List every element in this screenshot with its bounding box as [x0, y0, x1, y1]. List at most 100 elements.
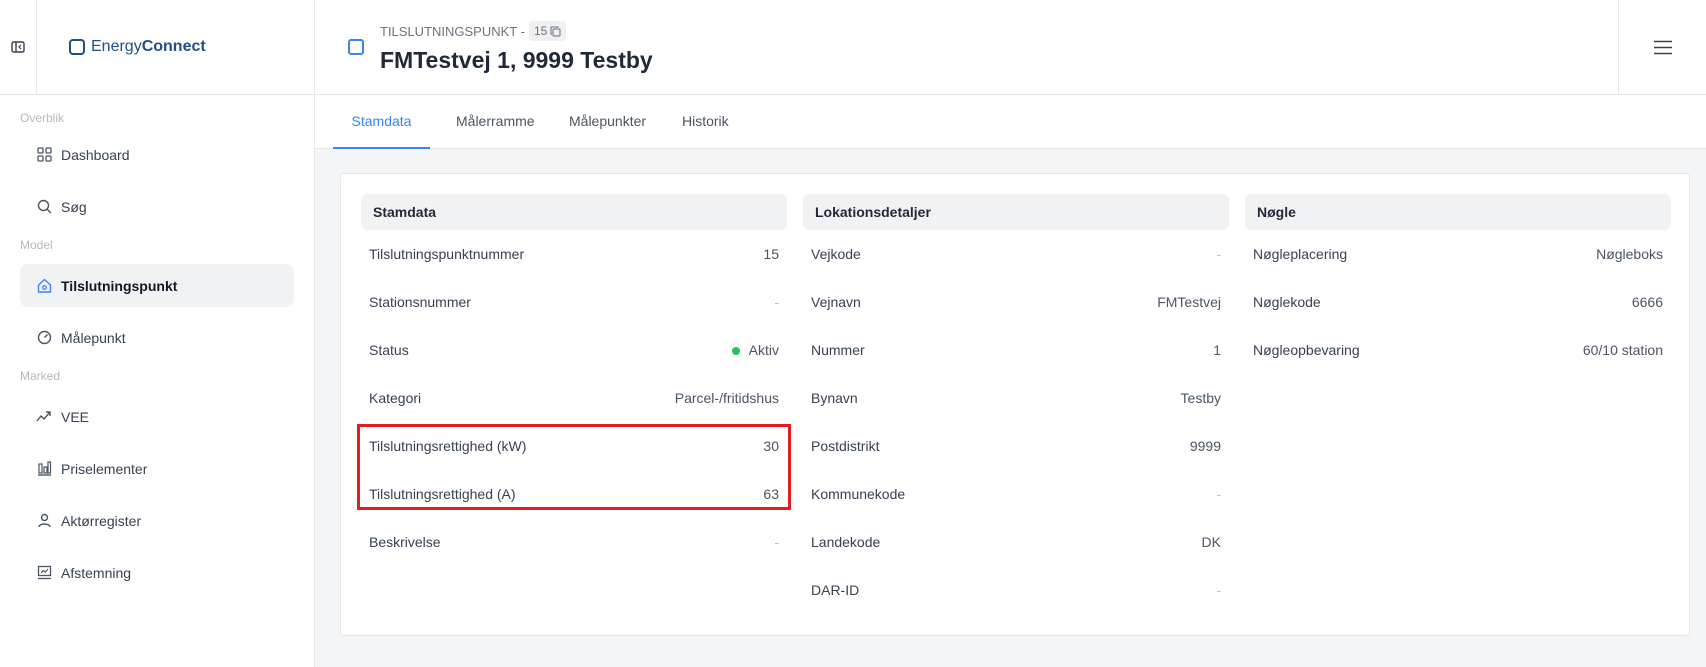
- home-icon: [36, 278, 52, 294]
- field-label: Kategori: [369, 390, 422, 406]
- breadcrumb-label: TILSLUTNINGSPUNKT -: [380, 23, 525, 39]
- field-label: Nøgleopbevaring: [1253, 342, 1360, 358]
- detail-row: Tilslutningspunktnummer 15: [361, 230, 787, 278]
- detail-row: Status Aktiv: [361, 326, 787, 374]
- field-value: 9999: [1189, 438, 1221, 454]
- section-title: Nøgle: [1245, 194, 1671, 230]
- detail-row: Vejkode -: [803, 230, 1229, 278]
- field-value: 63: [763, 486, 779, 502]
- field-label: Bynavn: [811, 390, 858, 406]
- sidebar-header: Energy Connect: [0, 0, 314, 95]
- sidebar-collapse-icon: [11, 41, 25, 53]
- detail-row: Bynavn Testby: [803, 374, 1229, 422]
- detail-row: Nøgleplacering Nøgleboks: [1245, 230, 1671, 278]
- field-label: Vejnavn: [811, 294, 861, 310]
- sidebar-section-overview: Overblik: [20, 111, 65, 125]
- field-label: DAR-ID: [811, 582, 860, 598]
- detail-row: Beskrivelse -: [361, 518, 787, 566]
- section-title: Stamdata: [361, 194, 787, 230]
- sidebar-item-afstemning[interactable]: Afstemning: [20, 551, 294, 594]
- field-value: 30: [763, 438, 779, 454]
- field-label: Nummer: [811, 342, 865, 358]
- field-value: -: [1216, 582, 1221, 598]
- sidebar-item-vee[interactable]: VEE: [20, 395, 294, 438]
- hamburger-icon: [1653, 40, 1672, 55]
- status-dot-icon: [731, 347, 740, 356]
- field-label: Tilslutningsrettighed (A): [369, 486, 516, 502]
- tab-bar: Stamdata Målerramme Målepunkter Historik: [315, 95, 1706, 149]
- user-icon: [36, 513, 52, 529]
- field-value: FMTestvej: [1157, 294, 1221, 310]
- bars-icon: [36, 461, 52, 477]
- sidebar-item-label: Tilslutningspunkt: [61, 277, 178, 294]
- field-label: Landekode: [811, 534, 881, 550]
- logo-icon: [69, 39, 85, 55]
- field-value: -: [774, 534, 779, 550]
- sidebar-item-dashboard[interactable]: Dashboard: [20, 133, 294, 176]
- page-header: TILSLUTNINGSPUNKT - 15 FMTestvej 1, 9999…: [315, 0, 1706, 95]
- stamdata-section: Stamdata Tilslutningspunktnummer 15 Stati…: [361, 194, 787, 566]
- detail-row: Kategori Parcel-/fritidshus: [361, 374, 787, 422]
- details-card: Stamdata Tilslutningspunktnummer 15 Stati…: [340, 173, 1690, 636]
- gauge-icon: [36, 330, 52, 346]
- tab-stamdata[interactable]: Stamdata: [333, 95, 430, 149]
- field-value: DK: [1201, 534, 1221, 550]
- sidebar-item-label: Priselementer: [61, 460, 148, 477]
- menu-button[interactable]: [1618, 0, 1706, 95]
- monitor-icon: [36, 565, 52, 581]
- field-label: Nøgleplacering: [1253, 246, 1348, 262]
- field-value: 6666: [1631, 294, 1663, 310]
- field-label: Stationsnummer: [369, 294, 471, 310]
- sidebar-item-priselementer[interactable]: Priselementer: [20, 447, 294, 490]
- field-value: 60/10 station: [1582, 342, 1663, 358]
- field-label: Tilslutningsrettighed (kW): [369, 438, 527, 454]
- app-logo[interactable]: Energy Connect: [69, 38, 206, 56]
- sidebar: Energy Connect Overblik Dashboard Søg Mod…: [0, 0, 315, 667]
- grid-icon: [36, 147, 52, 163]
- tab-maalerramme[interactable]: Målerramme: [456, 95, 535, 149]
- sidebar-section-market: Marked: [20, 369, 61, 383]
- field-value: Parcel-/fritidshus: [674, 390, 779, 406]
- sidebar-item-aktoerregister[interactable]: Aktørregister: [20, 499, 294, 542]
- sidebar-item-label: Søg: [61, 198, 87, 215]
- field-label: Beskrivelse: [369, 534, 441, 550]
- sidebar-item-tilslutningspunkt[interactable]: Tilslutningspunkt: [20, 264, 294, 307]
- trend-icon: [36, 409, 52, 425]
- sidebar-item-label: Afstemning: [61, 564, 132, 581]
- field-value: Testby: [1180, 390, 1221, 406]
- field-value: -: [1216, 486, 1221, 502]
- field-value: Nøgleboks: [1596, 246, 1663, 262]
- field-label: Postdistrikt: [811, 438, 880, 454]
- noegle-section: Nøgle Nøgleplacering Nøgleboks Nøglekode 6…: [1245, 194, 1671, 374]
- detail-row: Tilslutningsrettighed (kW) 30: [361, 422, 787, 470]
- field-label: Status: [369, 342, 409, 358]
- detail-row: Nummer 1: [803, 326, 1229, 374]
- field-value: -: [1216, 246, 1221, 262]
- sidebar-item-label: Målepunkt: [61, 329, 126, 346]
- breadcrumb: TILSLUTNINGSPUNKT - 15: [380, 21, 567, 41]
- detail-row: DAR-ID -: [803, 566, 1229, 614]
- select-checkbox[interactable]: [348, 39, 364, 55]
- sidebar-item-label: Aktørregister: [61, 512, 142, 529]
- detail-row: Tilslutningsrettighed (A) 63: [361, 470, 787, 518]
- tab-maalepunkter[interactable]: Målepunkter: [569, 95, 646, 149]
- page-title: FMTestvej 1, 9999 Testby: [380, 47, 653, 73]
- sidebar-section-model: Model: [20, 238, 53, 252]
- sidebar-toggle-button[interactable]: [0, 0, 37, 95]
- field-label: Kommunekode: [811, 486, 906, 502]
- detail-row: Stationsnummer -: [361, 278, 787, 326]
- field-value: 1: [1213, 342, 1221, 358]
- field-label: Vejkode: [811, 246, 861, 262]
- sidebar-item-search[interactable]: Søg: [20, 185, 294, 228]
- logo-text-light: Energy: [91, 38, 142, 55]
- detail-row: Nøgleopbevaring 60/10 station: [1245, 326, 1671, 374]
- detail-row: Landekode DK: [803, 518, 1229, 566]
- logo-text-bold: Connect: [141, 38, 206, 55]
- id-value: 15: [533, 24, 548, 38]
- tab-historik[interactable]: Historik: [682, 95, 729, 149]
- detail-row: Vejnavn FMTestvej: [803, 278, 1229, 326]
- sidebar-item-maalepunkt[interactable]: Målepunkt: [20, 316, 294, 359]
- copy-icon: [550, 26, 561, 36]
- sidebar-item-label: VEE: [61, 408, 90, 425]
- id-badge[interactable]: 15: [528, 21, 567, 41]
